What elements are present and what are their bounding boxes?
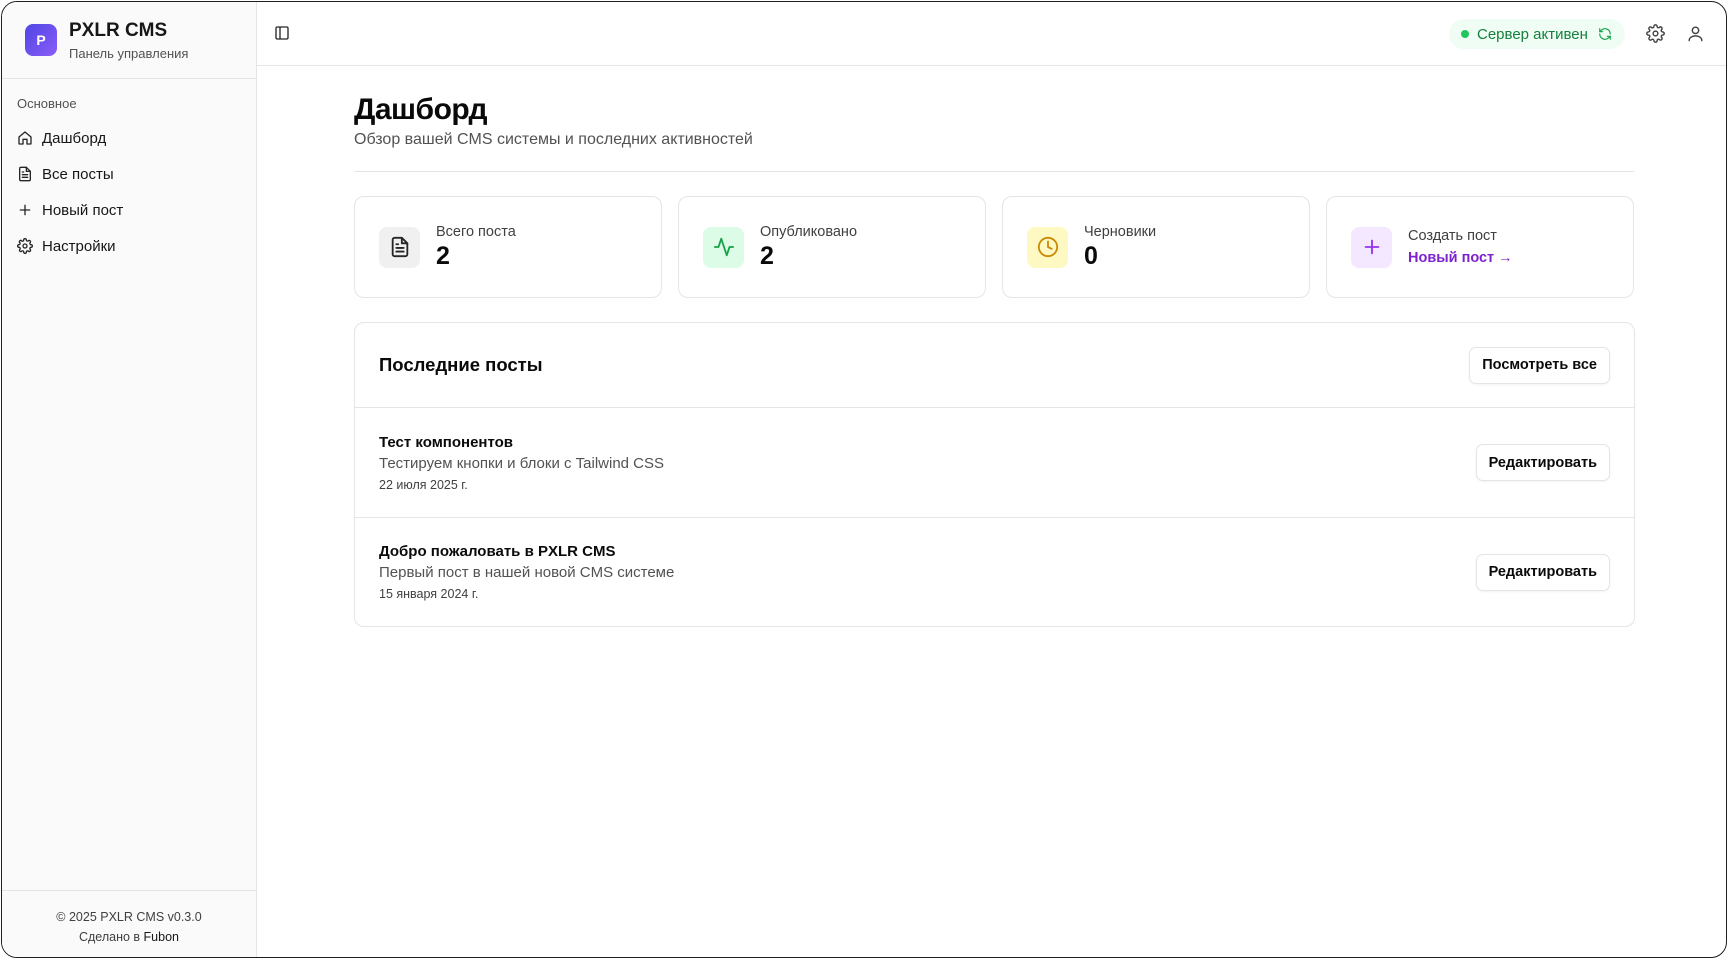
sidebar-item-label: Новый пост — [42, 201, 124, 219]
plus-icon — [1351, 226, 1392, 268]
stat-card-create[interactable]: Создать пост Новый пост → — [1326, 196, 1634, 298]
sidebar-item-all-posts[interactable]: Все посты — [2, 156, 256, 192]
new-post-link[interactable]: Новый пост → — [1408, 250, 1513, 266]
stat-card-total: Всего поста 2 — [354, 196, 662, 298]
document-icon — [17, 166, 33, 182]
edit-post-button[interactable]: Редактировать — [1475, 444, 1610, 481]
fubon-link[interactable]: Fubon — [144, 930, 179, 944]
activity-icon — [703, 226, 744, 268]
gear-icon — [17, 238, 33, 254]
server-status-badge: Сервер активен — [1449, 19, 1625, 49]
refresh-icon[interactable] — [1598, 27, 1612, 41]
page-title: Дашборд — [354, 93, 488, 126]
sidebar-toggle-icon[interactable] — [274, 25, 290, 41]
nav-group-label: Основное — [17, 96, 77, 111]
post-date: 22 июля 2025 г. — [379, 477, 468, 492]
topbar: Сервер активен — [257, 2, 1726, 66]
post-row: Добро пожаловать в PXLR CMS Первый пост … — [355, 517, 1634, 626]
stats-row: Всего поста 2 Опубликовано 2 Черновики 0… — [354, 196, 1634, 298]
sidebar: P PXLR CMS Панель управления Основное Да… — [2, 2, 257, 957]
stat-card-published: Опубликовано 2 — [678, 196, 986, 298]
brand-header[interactable]: P PXLR CMS Панель управления — [2, 2, 256, 79]
app-name: PXLR CMS — [69, 19, 168, 41]
document-icon — [379, 226, 420, 268]
post-description: Первый пост в нашей новой CMS системе — [379, 564, 675, 581]
post-title[interactable]: Добро пожаловать в PXLR CMS — [379, 543, 674, 560]
sidebar-item-label: Настройки — [42, 237, 116, 255]
divider — [354, 171, 1634, 172]
plus-icon — [17, 202, 33, 218]
sidebar-item-settings[interactable]: Настройки — [2, 228, 256, 264]
clock-icon — [1027, 226, 1068, 268]
user-icon[interactable] — [1686, 24, 1705, 43]
recent-posts-title: Последние посты — [379, 354, 543, 375]
sidebar-item-label: Дашборд — [42, 129, 107, 147]
stat-value: 2 — [436, 242, 450, 270]
stat-value: 2 — [760, 242, 774, 270]
page-subtitle: Обзор вашей CMS системы и последних акти… — [354, 131, 753, 148]
recent-posts-card: Последние посты Посмотреть все Тест комп… — [354, 322, 1635, 627]
view-all-button[interactable]: Посмотреть все — [1469, 346, 1610, 384]
stat-value: 0 — [1084, 242, 1098, 270]
status-dot — [1461, 30, 1469, 38]
post-date: 15 января 2024 г. — [379, 587, 479, 601]
stat-label: Опубликовано — [760, 224, 858, 240]
made-in-text: Сделано в — [78, 930, 141, 944]
stat-card-drafts: Черновики 0 — [1002, 196, 1310, 298]
stat-label: Создать пост — [1408, 228, 1497, 244]
server-status-label: Сервер активен — [1477, 25, 1588, 43]
sidebar-footer: © 2025 PXLR CMS v0.3.0 Сделано в Fubon — [2, 890, 256, 957]
home-icon — [17, 130, 33, 146]
app-window: P PXLR CMS Панель управления Основное Да… — [1, 1, 1727, 958]
stat-label: Черновики — [1084, 224, 1157, 240]
main-content: Дашборд Обзор вашей CMS системы и послед… — [354, 66, 1635, 627]
sidebar-item-new-post[interactable]: Новый пост — [2, 192, 256, 228]
recent-posts-header: Последние посты Посмотреть все — [355, 323, 1634, 408]
app-subtitle: Панель управления — [69, 45, 189, 61]
post-title[interactable]: Тест компонентов — [379, 434, 664, 451]
gear-icon[interactable] — [1646, 24, 1665, 43]
post-description: Тестируем кнопки и блоки с Tailwind CSS — [379, 454, 665, 472]
sidebar-item-label: Все посты — [42, 165, 114, 183]
stat-label: Всего поста — [436, 224, 516, 240]
sidebar-item-dashboard[interactable]: Дашборд — [2, 120, 256, 156]
copyright-text: © 2025 PXLR CMS v0.3.0 — [56, 910, 202, 924]
edit-post-button[interactable]: Редактировать — [1475, 553, 1610, 591]
post-row: Тест компонентов Тестируем кнопки и блок… — [355, 408, 1634, 517]
brand-logo: P — [25, 24, 57, 56]
